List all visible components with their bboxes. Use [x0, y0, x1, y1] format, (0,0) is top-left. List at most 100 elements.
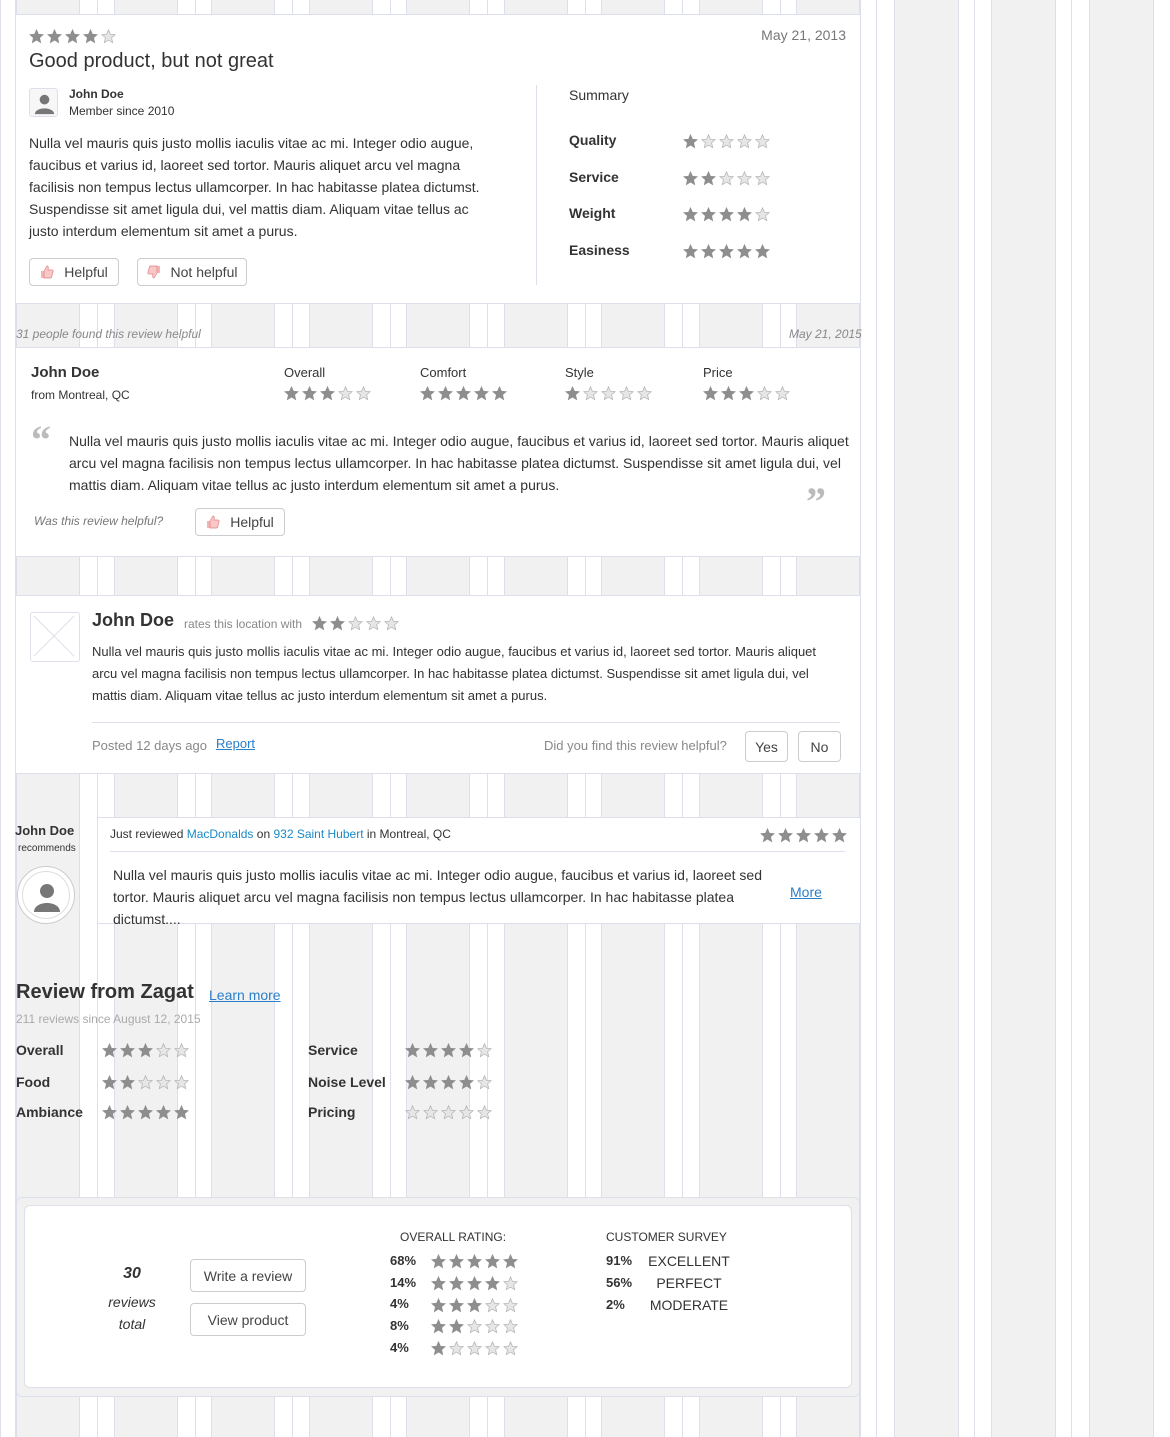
write-review-button[interactable]: Write a review: [190, 1259, 306, 1292]
star-filled-icon: [474, 386, 489, 401]
zagat-stars: [102, 1104, 192, 1122]
star-filled-icon: [174, 1105, 189, 1120]
star-empty-icon: [719, 170, 734, 186]
star-filled-icon: [760, 828, 775, 843]
star-filled-icon: [284, 386, 299, 401]
star-empty-icon: [757, 386, 772, 401]
rating-label: Comfort: [420, 365, 467, 380]
recommends-label: recommends: [18, 843, 76, 854]
star-filled-icon: [737, 207, 752, 222]
rating-stars: [284, 385, 374, 403]
star-filled-icon: [102, 1075, 117, 1090]
zagat-label: Ambiance: [16, 1104, 83, 1120]
star-filled-icon: [420, 386, 435, 401]
star-empty-icon: [485, 1341, 500, 1356]
summary-row-label: Weight: [569, 205, 616, 221]
review-card-4: Just reviewed MacDonalds on 932 Saint Hu…: [97, 817, 860, 927]
close-quote-icon: ”: [806, 479, 826, 524]
star-filled-icon: [65, 29, 80, 44]
helpful-button[interactable]: Helpful: [29, 258, 119, 286]
summary-title: Summary: [569, 87, 629, 103]
not-helpful-button[interactable]: Not helpful: [137, 258, 247, 286]
zagat-label: Pricing: [308, 1104, 356, 1120]
place-link[interactable]: MacDonalds: [187, 827, 254, 841]
star-empty-icon: [366, 616, 381, 631]
star-filled-icon: [431, 1254, 446, 1269]
author-location: from Montreal, QC: [31, 388, 130, 402]
star-filled-icon: [719, 207, 734, 222]
star-empty-icon: [701, 134, 716, 149]
review-card-3: John Doe rates this location with Nulla …: [16, 595, 860, 774]
helpful-button[interactable]: Helpful: [195, 508, 285, 536]
star-filled-icon: [503, 1254, 518, 1269]
star-filled-icon: [441, 1075, 456, 1090]
zagat-label: Overall: [16, 1042, 64, 1058]
thumbs-down-icon: [146, 265, 161, 279]
zagat-stars: [405, 1074, 495, 1092]
yes-button[interactable]: Yes: [745, 731, 788, 762]
overall-percent: 4%: [390, 1296, 409, 1312]
address-link[interactable]: 932 Saint Hubert: [273, 827, 363, 841]
star-filled-icon: [701, 207, 716, 222]
survey-percent: 91%: [606, 1253, 633, 1268]
avatar-placeholder: [30, 612, 80, 662]
no-button[interactable]: No: [798, 731, 841, 762]
strip-date: May 21, 2015: [789, 327, 862, 341]
star-empty-icon: [719, 134, 734, 149]
star-filled-icon: [796, 828, 811, 843]
star-empty-icon: [101, 29, 116, 44]
star-filled-icon: [312, 616, 327, 631]
overall-stars: [431, 1318, 521, 1336]
star-filled-icon: [449, 1319, 464, 1334]
star-filled-icon: [302, 386, 317, 401]
zagat-label: Food: [16, 1074, 51, 1090]
author-name: John Doe: [31, 364, 100, 381]
total-count: 30: [123, 1265, 141, 1282]
learn-more-link[interactable]: Learn more: [209, 987, 281, 1003]
view-product-button[interactable]: View product: [190, 1303, 306, 1336]
star-empty-icon: [755, 207, 770, 222]
star-empty-icon: [156, 1075, 171, 1090]
just-reviewed-line: Just reviewed MacDonalds on 932 Saint Hu…: [110, 827, 451, 841]
zagat-title: Review from Zagat: [16, 981, 194, 1003]
star-filled-icon: [459, 1043, 474, 1058]
review-card-2: John Doe from Montreal, QC Overall Comfo…: [16, 347, 860, 557]
summary-row-stars: [683, 243, 773, 261]
star-filled-icon: [120, 1075, 135, 1090]
star-filled-icon: [467, 1254, 482, 1269]
star-empty-icon: [467, 1341, 482, 1356]
star-filled-icon: [485, 1275, 500, 1291]
thumbs-up-icon: [206, 515, 220, 529]
thumbs-up-icon: [40, 265, 54, 279]
review-rating-stars: [312, 615, 402, 633]
overall-stars: [431, 1275, 521, 1293]
star-empty-icon: [485, 1297, 500, 1313]
star-filled-icon: [778, 828, 793, 843]
review-body: Nulla vel mauris quis justo mollis iacul…: [113, 867, 762, 927]
city-text: in Montreal, QC: [366, 827, 451, 841]
author-name: John Doe: [92, 610, 175, 630]
zagat-stars: [405, 1104, 495, 1122]
helpful-question: Did you find this review helpful?: [544, 738, 727, 753]
summary-box: 30 reviews total Write a review View pro…: [24, 1205, 852, 1388]
star-filled-icon: [449, 1254, 464, 1269]
review-title: Good product, but not great: [29, 50, 274, 72]
overall-stars: [431, 1296, 521, 1314]
overall-percent: 8%: [390, 1318, 409, 1334]
star-filled-icon: [120, 1043, 135, 1058]
review-body: Nulla vel mauris quis justo mollis iacul…: [69, 433, 849, 493]
more-link[interactable]: More: [790, 884, 822, 900]
star-filled-icon: [29, 29, 44, 44]
star-filled-icon: [83, 29, 98, 44]
image-placeholder-icon: [33, 615, 75, 657]
report-link[interactable]: Report: [216, 736, 255, 751]
review-date: May 21, 2013: [761, 27, 846, 43]
overall-percent: 4%: [390, 1339, 409, 1355]
rating-stars: [565, 385, 655, 403]
open-quote-icon: “: [31, 417, 51, 462]
summary-row-label: Service: [569, 168, 619, 185]
star-filled-icon: [683, 207, 698, 222]
star-filled-icon: [683, 170, 698, 186]
review-card-1: May 21, 2013 Good product, but not great…: [16, 14, 860, 304]
star-filled-icon: [138, 1105, 153, 1120]
